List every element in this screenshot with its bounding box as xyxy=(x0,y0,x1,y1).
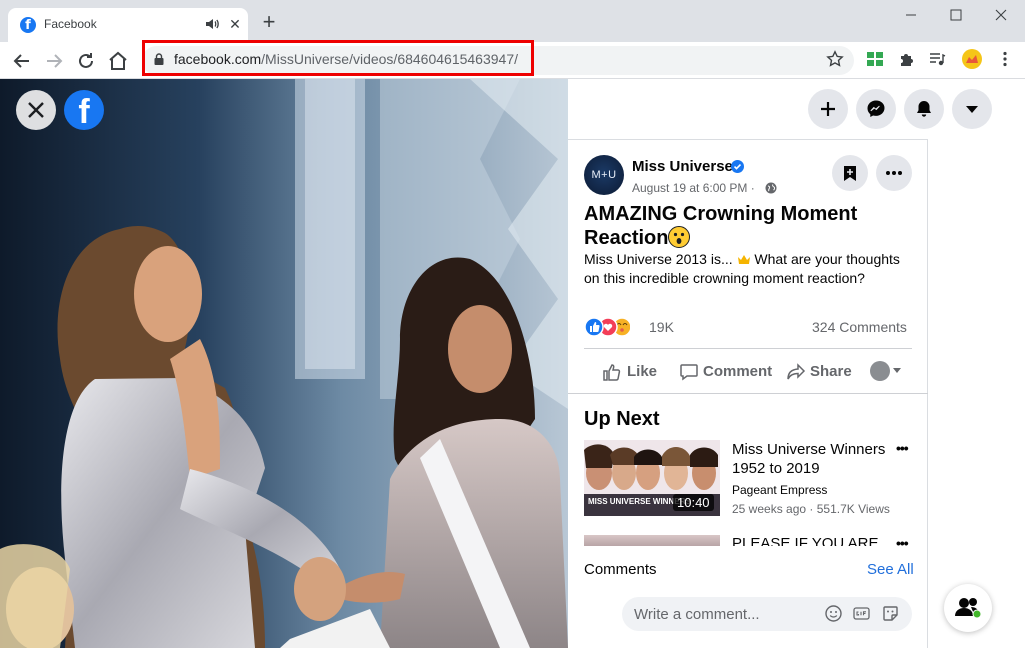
post-body-start: Miss Universe 2013 is... xyxy=(584,251,737,267)
video-channel[interactable]: Pageant Empress xyxy=(732,483,827,497)
emoji-icon[interactable] xyxy=(825,605,842,622)
tab-close-icon[interactable]: ✕ xyxy=(226,15,244,33)
like-button[interactable]: Like xyxy=(602,361,662,383)
account-menu-button[interactable] xyxy=(952,89,992,129)
panel-edge xyxy=(927,140,928,648)
share-icon xyxy=(787,363,806,380)
bookmark-star-icon[interactable] xyxy=(826,50,844,68)
minimize-icon[interactable] xyxy=(896,4,926,26)
close-icon xyxy=(28,102,44,118)
gif-icon[interactable] xyxy=(853,605,870,622)
people-icon xyxy=(955,598,982,619)
share-label: Share xyxy=(810,363,852,380)
forward-icon[interactable] xyxy=(42,49,66,73)
panel-divider xyxy=(568,139,928,140)
notifications-icon xyxy=(917,101,931,117)
speaker-icon[interactable] xyxy=(204,16,220,32)
puzzle-icon[interactable] xyxy=(898,50,916,68)
verified-badge-icon xyxy=(731,160,744,173)
tab-title: Facebook xyxy=(44,17,97,31)
lock-icon[interactable] xyxy=(154,53,164,65)
browser-tab[interactable]: f Facebook ✕ xyxy=(8,8,248,42)
sticker-icon[interactable] xyxy=(882,605,899,622)
media-icon[interactable] xyxy=(928,50,946,68)
url-path: /MissUniverse/videos/684604615463947/ xyxy=(261,51,519,67)
tab-strip: f Facebook ✕ + xyxy=(0,0,1025,42)
maximize-icon[interactable] xyxy=(941,4,971,26)
crown-emoji-icon xyxy=(737,255,750,264)
post-title-text: AMAZING Crowning Moment Reaction xyxy=(584,203,858,249)
up-next-heading: Up Next xyxy=(584,408,660,430)
url-domain: facebook.com xyxy=(174,51,262,67)
home-icon[interactable] xyxy=(106,49,130,73)
comment-label: Comment xyxy=(703,363,773,380)
menu-icon[interactable] xyxy=(996,50,1014,68)
divider xyxy=(584,348,912,349)
notifications-button[interactable] xyxy=(904,89,944,129)
like-label: Like xyxy=(627,363,658,380)
extension-icon[interactable] xyxy=(866,50,884,68)
reload-icon[interactable] xyxy=(74,49,98,73)
video-meta: 25 weeks ago · 551.7K Views xyxy=(732,502,890,516)
video-duration: 10:40 xyxy=(673,494,714,511)
facebook-favicon-icon: f xyxy=(20,17,36,33)
messenger-button[interactable] xyxy=(856,89,896,129)
close-video-button[interactable] xyxy=(16,90,56,130)
more-icon xyxy=(886,171,902,175)
back-icon[interactable] xyxy=(10,49,34,73)
like-icon xyxy=(603,364,621,381)
comment-button[interactable]: Comment xyxy=(679,361,774,383)
messenger-icon xyxy=(867,100,885,117)
comments-heading: Comments xyxy=(584,561,657,578)
create-icon xyxy=(821,102,835,116)
contacts-button[interactable] xyxy=(944,584,992,632)
globe-icon xyxy=(765,182,777,194)
account-menu-icon xyxy=(966,106,978,113)
post-date[interactable]: August 19 at 6:00 PM · xyxy=(632,181,755,195)
post-as-avatar[interactable] xyxy=(870,361,890,381)
post-description: Miss Universe 2013 is... What are your t… xyxy=(584,250,904,288)
post-title: AMAZING Crowning Moment Reaction xyxy=(584,202,904,250)
page-name-link[interactable]: Miss Universe xyxy=(632,158,733,175)
url-text[interactable]: facebook.com/MissUniverse/videos/6846046… xyxy=(174,51,518,67)
reaction-count[interactable]: 19K xyxy=(649,319,674,335)
video-options-icon[interactable]: ••• xyxy=(896,440,912,456)
reaction-icons[interactable] xyxy=(584,317,630,337)
video-frame xyxy=(0,79,568,648)
profile-icon[interactable] xyxy=(962,49,982,69)
video-title[interactable]: Miss Universe Winners 1952 to 2019 xyxy=(732,440,892,478)
comment-placeholder: Write a comment... xyxy=(634,606,760,623)
facebook-logo-icon[interactable]: f xyxy=(64,90,104,131)
chevron-down-icon[interactable] xyxy=(892,367,902,375)
save-video-button[interactable] xyxy=(832,155,868,191)
comment-icon xyxy=(680,364,698,381)
bookmark-icon xyxy=(844,166,856,181)
video-player[interactable]: f xyxy=(0,79,568,648)
avatar[interactable]: M+U xyxy=(584,155,624,195)
video-thumbnail[interactable] xyxy=(584,535,720,546)
create-button[interactable] xyxy=(808,89,848,129)
divider xyxy=(568,393,928,394)
new-tab-icon[interactable]: + xyxy=(258,11,280,33)
post-options-button[interactable] xyxy=(876,155,912,191)
astonished-emoji-icon xyxy=(668,226,691,248)
see-all-link[interactable]: See All xyxy=(867,561,914,578)
window-close-icon[interactable] xyxy=(986,4,1016,26)
comment-count[interactable]: 324 Comments xyxy=(812,319,907,335)
share-button[interactable]: Share xyxy=(786,361,854,383)
